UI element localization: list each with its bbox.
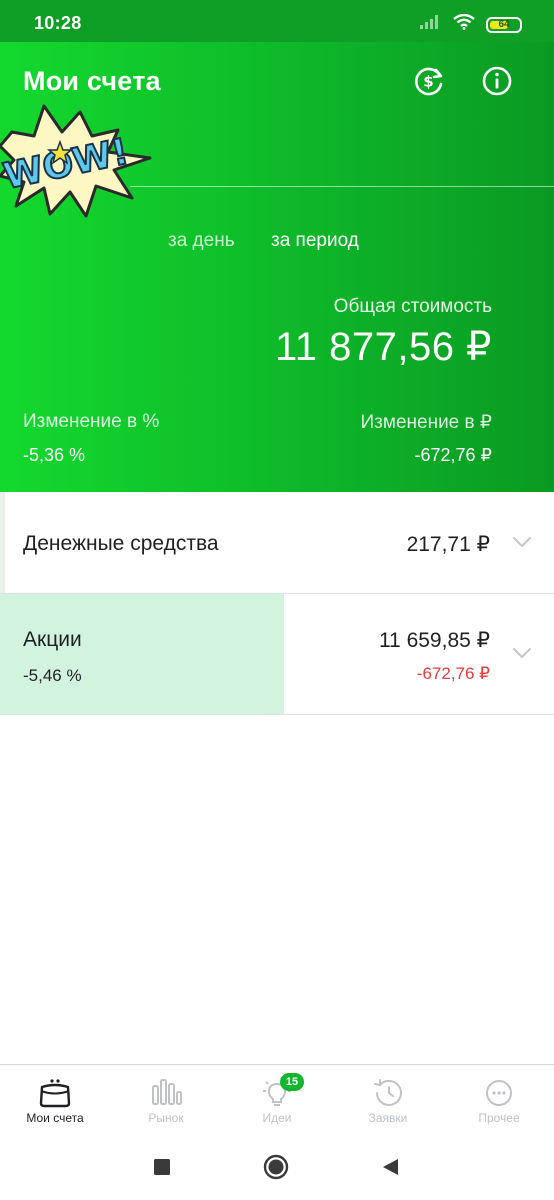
- nav-item-market[interactable]: Рынок: [111, 1065, 221, 1135]
- battery-icon: 64: [486, 16, 522, 33]
- account-amount: 217,71 ₽: [406, 533, 490, 556]
- account-change-rub: -672,76 ₽: [416, 664, 490, 683]
- account-name: Денежные средства: [23, 532, 219, 555]
- currency-exchange-icon: $: [415, 67, 443, 96]
- account-row-cash[interactable]: Денежные средства 217,71 ₽: [0, 492, 554, 594]
- page-title: Мои счета: [23, 66, 161, 96]
- status-icons: 64: [420, 13, 522, 35]
- total-value-label: Общая стоимость: [333, 296, 492, 317]
- nav-label: Идеи: [262, 1111, 292, 1125]
- info-icon: [482, 66, 512, 96]
- signal-icon: [420, 15, 442, 34]
- nav-label: Рынок: [148, 1111, 184, 1125]
- home-button[interactable]: [263, 1154, 289, 1180]
- bottom-navigation: Мои счета Рынок 15 Идеи Заявки Прочее: [0, 1064, 554, 1134]
- currency-exchange-button[interactable]: $: [412, 64, 446, 98]
- nav-item-ideas[interactable]: 15 Идеи: [222, 1065, 332, 1135]
- history-clock-icon: [371, 1078, 405, 1108]
- account-change-percent: -5,46 %: [23, 666, 82, 685]
- tab-day[interactable]: за день: [168, 230, 235, 252]
- header-divider: [130, 186, 554, 187]
- change-rub-label: Изменение в ₽: [360, 412, 492, 433]
- wow-sticker: WOW!: [0, 104, 152, 218]
- nav-item-accounts[interactable]: Мои счета: [0, 1065, 110, 1135]
- back-triangle-icon: [383, 1159, 398, 1175]
- ideas-badge: 15: [280, 1073, 304, 1091]
- account-name: Акции: [23, 628, 82, 651]
- change-rub-value: -672,76 ₽: [414, 445, 492, 465]
- row-highlight: [0, 594, 284, 714]
- change-percent-value: -5,36 %: [23, 445, 86, 465]
- recents-button[interactable]: [149, 1154, 175, 1180]
- total-value: 11 877,56 ₽: [274, 325, 492, 369]
- recents-square-icon: [154, 1159, 170, 1175]
- chevron-down-icon[interactable]: [512, 647, 532, 659]
- status-time: 10:28: [34, 13, 82, 33]
- wifi-icon: [452, 13, 476, 35]
- nav-label: Заявки: [368, 1111, 408, 1125]
- lightbulb-icon: 15: [260, 1073, 304, 1108]
- svg-text:$: $: [423, 73, 433, 91]
- account-row-stocks[interactable]: Акции -5,46 % 11 659,85 ₽ -672,76 ₽: [0, 594, 554, 715]
- chevron-down-icon[interactable]: [512, 536, 532, 548]
- back-button[interactable]: [377, 1154, 403, 1180]
- market-chart-icon: [149, 1078, 183, 1108]
- system-navigation: [0, 1134, 554, 1200]
- more-dots-icon: [482, 1078, 516, 1108]
- nav-label: Мои счета: [26, 1111, 84, 1125]
- battery-level: 64: [498, 19, 510, 30]
- home-circle-icon: [263, 1154, 289, 1180]
- nav-item-orders[interactable]: Заявки: [333, 1065, 443, 1135]
- tab-period[interactable]: за период: [271, 230, 359, 252]
- nav-item-more[interactable]: Прочее: [444, 1065, 554, 1135]
- nav-label: Прочее: [478, 1111, 520, 1125]
- info-button[interactable]: [480, 64, 514, 98]
- period-tabs: за день за период: [0, 230, 554, 254]
- status-bar: 10:28 64: [0, 0, 554, 42]
- accounts-header: Мои счета $ WOW! за день за период Общая…: [0, 42, 554, 492]
- account-amount: 11 659,85 ₽: [378, 629, 490, 652]
- change-percent-label: Изменение в %: [23, 411, 160, 432]
- wallet-icon: [38, 1078, 72, 1108]
